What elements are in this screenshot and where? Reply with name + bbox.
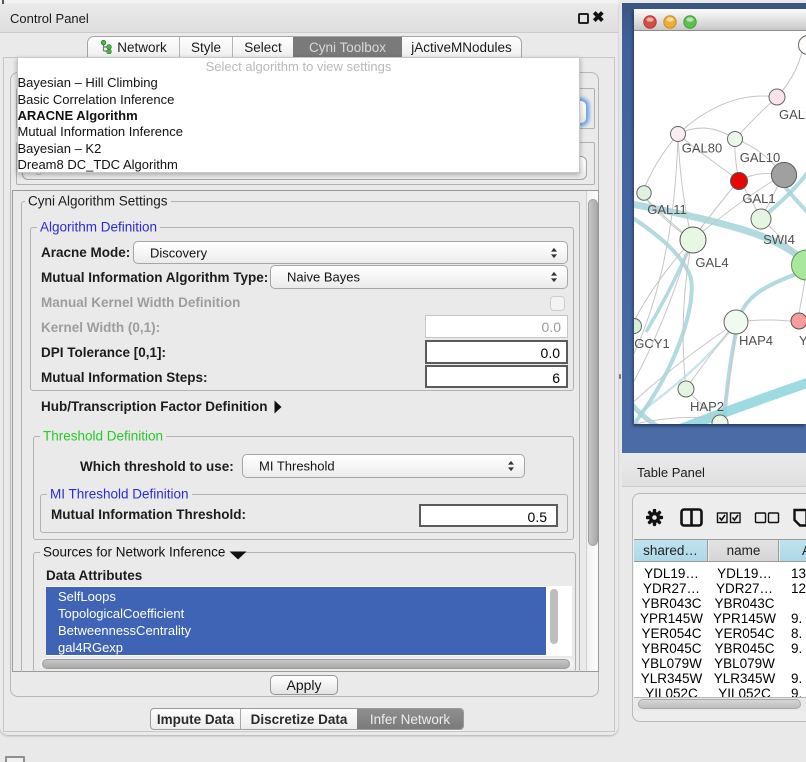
svg-text:GAL80: GAL80	[682, 141, 722, 156]
svg-text:HAP2: HAP2	[690, 399, 724, 414]
svg-text:SWI4: SWI4	[763, 232, 795, 247]
svg-text:GAL1: GAL1	[742, 191, 775, 206]
svg-text:HAP4: HAP4	[739, 333, 773, 348]
svg-text:GAL4: GAL4	[695, 255, 728, 270]
svg-text:GCY1: GCY1	[634, 336, 669, 351]
svg-text:GAL10: GAL10	[740, 150, 780, 165]
svg-text:YJ: YJ	[799, 333, 806, 348]
svg-text:GAL2: GAL2	[779, 107, 806, 122]
svg-text:GAL11: GAL11	[647, 202, 687, 217]
